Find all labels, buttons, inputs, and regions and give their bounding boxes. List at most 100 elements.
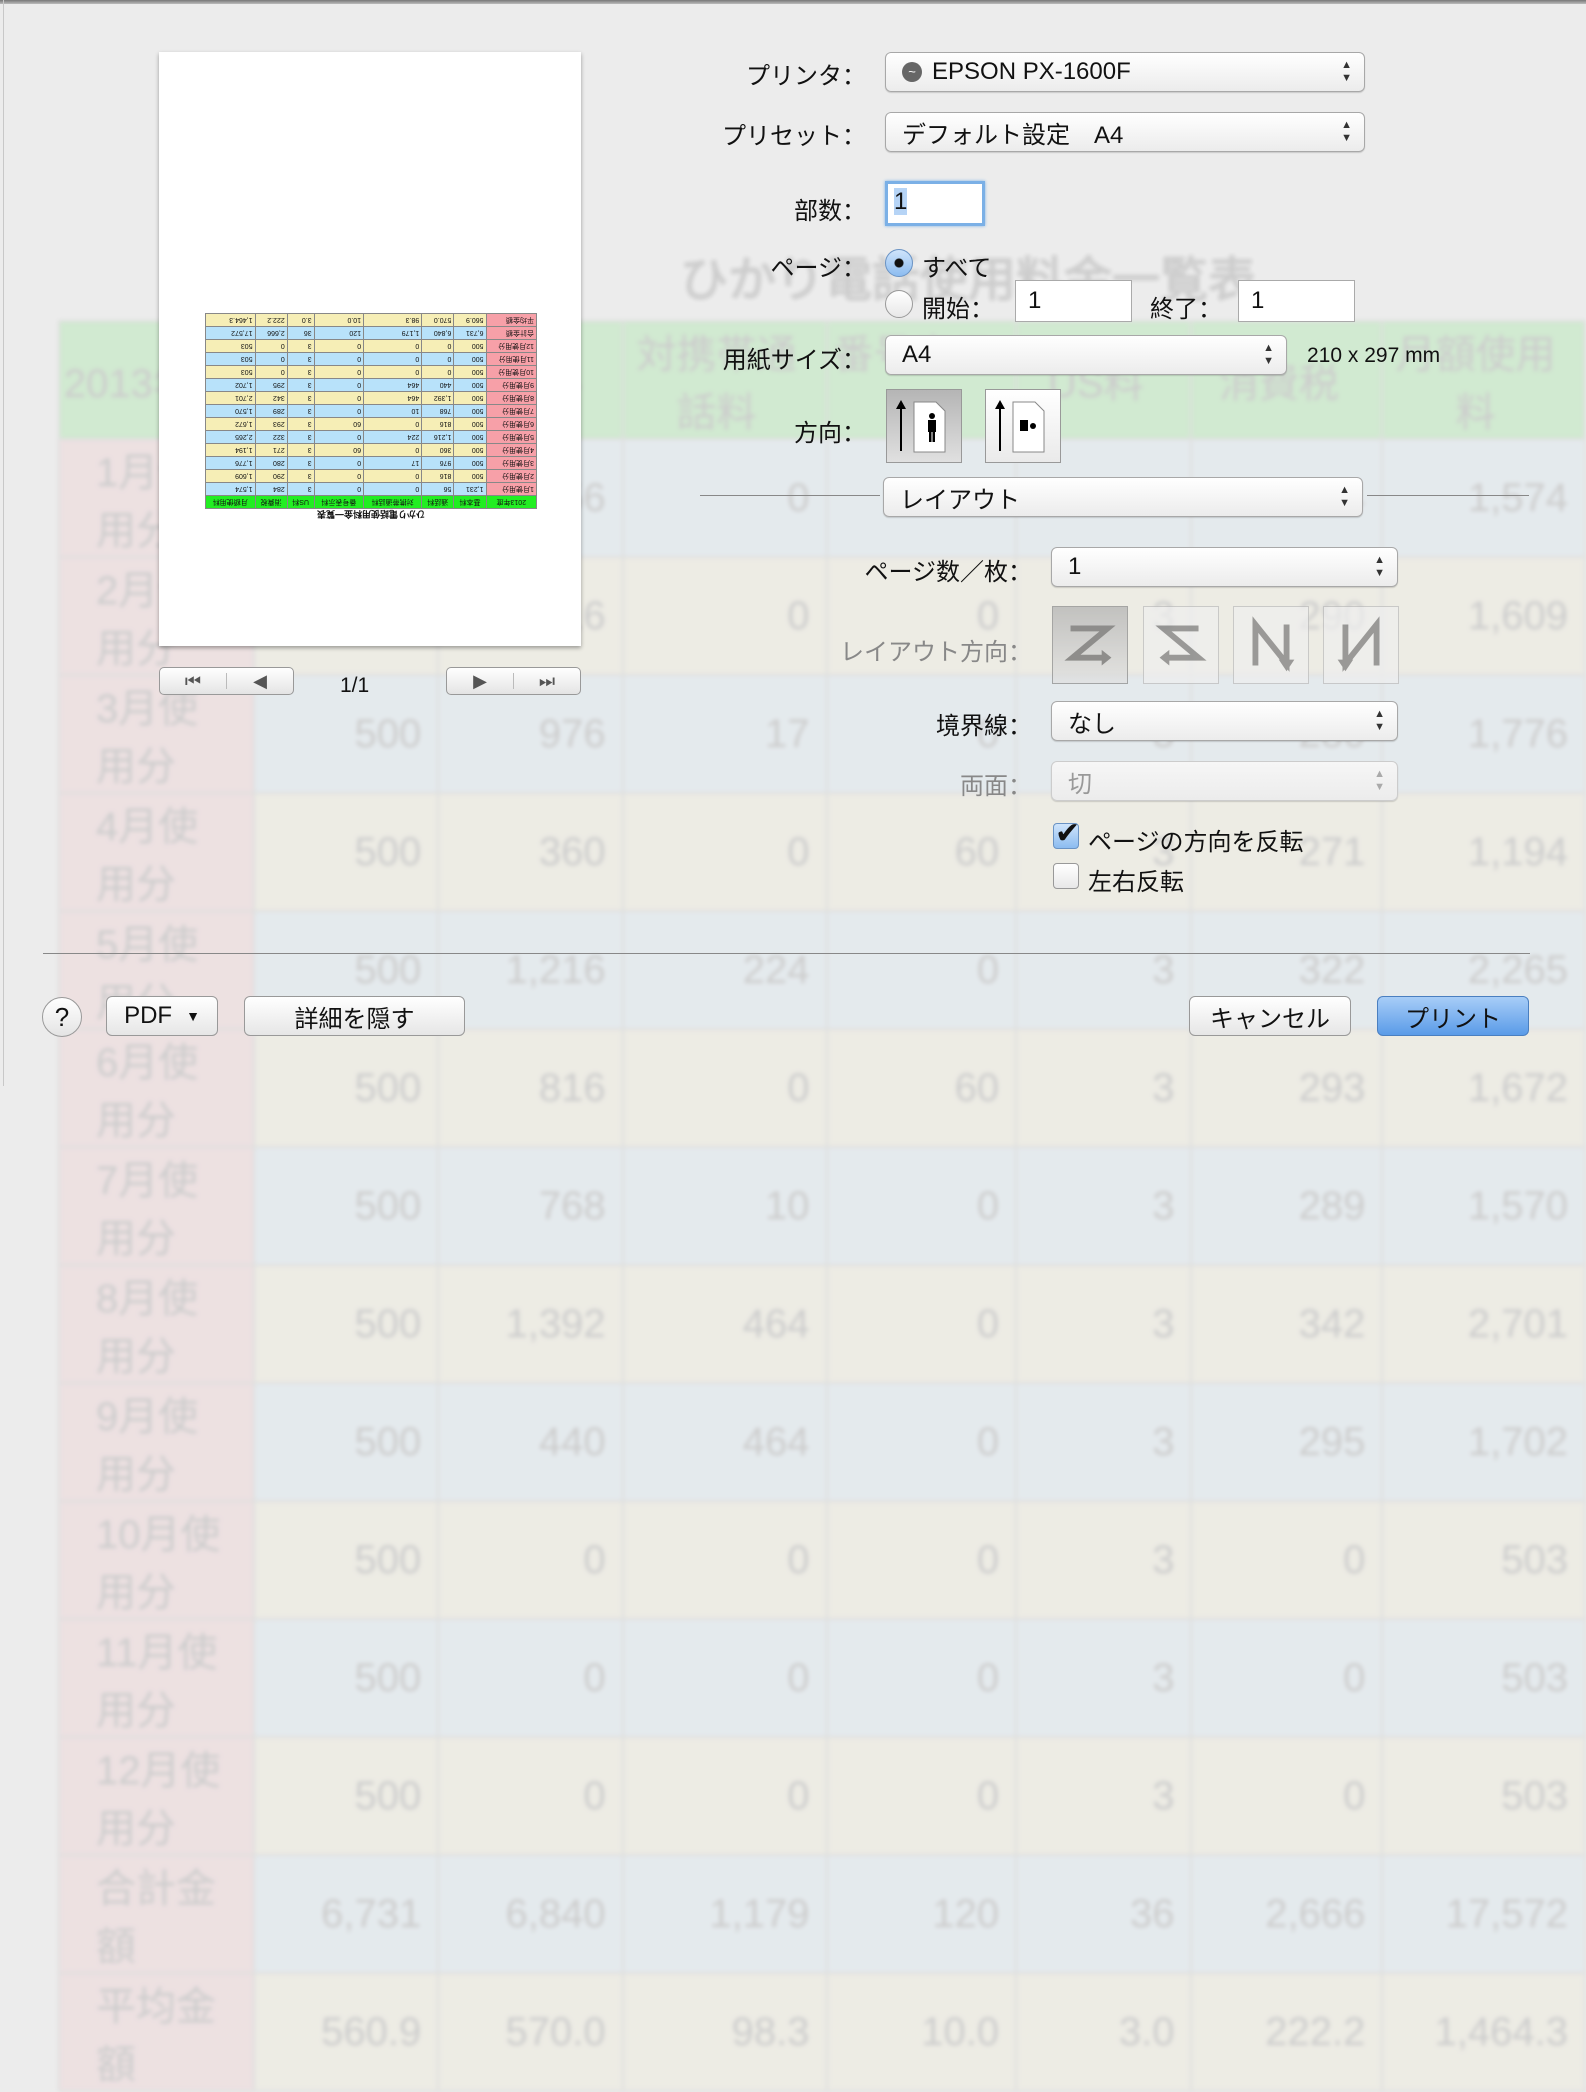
table-cell: 500 bbox=[453, 443, 487, 457]
layout-z-button[interactable] bbox=[1052, 606, 1128, 684]
next-page-button[interactable]: ▶ bbox=[447, 671, 513, 692]
table-cell: 98.3 bbox=[363, 313, 422, 327]
table-cell: 3 bbox=[287, 469, 315, 483]
preset-select[interactable]: デフォルト設定 A4 ▲ ▼ bbox=[885, 112, 1365, 152]
table-row: 11月使用分 500 0 0 0 3 0 503 bbox=[205, 352, 537, 366]
n-order-icon bbox=[1252, 616, 1295, 672]
table-cell: 1,574 bbox=[1381, 438, 1586, 558]
column-header: 月額使用料 bbox=[1381, 320, 1586, 440]
layout-s-button[interactable] bbox=[1143, 606, 1219, 684]
help-button[interactable]: ? bbox=[42, 997, 82, 1037]
table-cell: 0 bbox=[421, 365, 454, 379]
reverse-n-order-icon bbox=[1337, 616, 1380, 672]
table-cell: 500 bbox=[252, 1500, 440, 1620]
table-cell: 342 bbox=[255, 391, 288, 405]
table-cell: 0 bbox=[825, 910, 1018, 1030]
table-cell: 0 bbox=[825, 1736, 1018, 1856]
table-cell: 11月使用分 bbox=[58, 1618, 255, 1738]
pages-to-input[interactable]: 1 bbox=[1238, 280, 1355, 322]
portrait-button[interactable] bbox=[886, 389, 962, 463]
table-cell: 500 bbox=[453, 417, 487, 431]
table-cell: 0 bbox=[314, 430, 364, 444]
table-cell: 500 bbox=[252, 1264, 440, 1384]
table-cell: 500 bbox=[252, 1146, 440, 1266]
settings-pane-select[interactable]: レイアウト ▲ ▼ bbox=[883, 477, 1363, 517]
cancel-button[interactable]: キャンセル bbox=[1189, 996, 1351, 1036]
landscape-button[interactable] bbox=[985, 389, 1061, 463]
hide-details-button[interactable]: 詳細を隠す bbox=[244, 996, 465, 1036]
table-row: 10月使用分 500 0 0 0 3 0 503 bbox=[58, 1500, 1586, 1620]
table-cell: 503 bbox=[205, 365, 256, 379]
flip-horizontal-checkbox[interactable] bbox=[1053, 863, 1079, 889]
table-cell: 464 bbox=[621, 1264, 828, 1384]
duplex-value: 切 bbox=[1068, 770, 1092, 798]
table-cell: 1,609 bbox=[205, 469, 256, 483]
table-cell: 570.0 bbox=[421, 313, 454, 327]
last-page-button[interactable]: ⏭ bbox=[514, 671, 580, 692]
first-page-button[interactable]: ⏮ bbox=[160, 671, 226, 692]
table-cell: 1,392 bbox=[437, 1264, 624, 1384]
table-row: 6月使用分 500 816 0 60 3 293 1,672 bbox=[205, 417, 537, 431]
copies-value: 1 bbox=[894, 188, 908, 215]
table-cell: 560.9 bbox=[252, 1972, 440, 2092]
paper-size-label: 用紙サイズ： bbox=[722, 347, 866, 374]
table-row: 平均金額 560.9 570.0 98.3 10.0 3.0 222.2 1,464.3 bbox=[58, 1972, 1586, 2092]
table-cell: 0 bbox=[255, 365, 288, 379]
table-row: 8月使用分 500 1,392 464 0 3 342 2,701 bbox=[58, 1264, 1586, 1384]
table-cell: 0 bbox=[825, 1264, 1018, 1384]
layout-n-button[interactable] bbox=[1233, 606, 1309, 684]
table-cell: 60 bbox=[825, 792, 1018, 912]
table-cell: 6,840 bbox=[421, 326, 454, 340]
table-cell: 60 bbox=[314, 443, 364, 457]
pdf-menu-button[interactable]: PDF ▼ bbox=[106, 996, 218, 1036]
table-cell: 503 bbox=[205, 339, 256, 353]
table-cell: 0 bbox=[255, 352, 288, 366]
pages-from-input[interactable]: 1 bbox=[1015, 280, 1132, 322]
table-cell: 6月使用分 bbox=[486, 417, 537, 431]
table-row: 合計金額 6,731 6,840 1,179 120 36 2,666 17,572 bbox=[205, 326, 537, 340]
border-label: 境界線： bbox=[936, 713, 1032, 740]
pages-range-radio[interactable] bbox=[885, 290, 913, 318]
table-row: 11月使用分 500 0 0 0 3 0 503 bbox=[58, 1618, 1586, 1738]
table-cell: 3 bbox=[287, 417, 315, 431]
copies-input[interactable]: 1 bbox=[885, 181, 985, 226]
table-cell: 56 bbox=[421, 482, 454, 496]
preview-title: ひかり電話使用料金一覧表 bbox=[317, 509, 426, 519]
table-cell: 1,231 bbox=[453, 482, 487, 496]
table-cell: 0 bbox=[314, 404, 364, 418]
print-preview-page: ひかり電話使用料金一覧表 2013年度 基本料 通話料 対携帯通話料 番号表示料 US料消… bbox=[159, 52, 581, 646]
table-row: 合計金額 6,731 6,840 1,179 120 36 2,666 17,572 bbox=[58, 1854, 1586, 1974]
table-cell: 合計金額 bbox=[58, 1854, 255, 1974]
table-cell: 10.0 bbox=[314, 313, 364, 327]
table-cell: 10月使用分 bbox=[486, 365, 537, 379]
table-row: 3月使用分50097617032801,776 bbox=[205, 456, 537, 470]
table-cell: 1,194 bbox=[205, 443, 256, 457]
table-cell: 360 bbox=[421, 443, 454, 457]
table-cell: 3.0 bbox=[1015, 1972, 1193, 2092]
table-cell: 3 bbox=[287, 365, 315, 379]
border-select[interactable]: なし ▲ ▼ bbox=[1051, 701, 1398, 741]
pages-all-radio[interactable] bbox=[885, 249, 913, 277]
table-cell: 0 bbox=[314, 378, 364, 392]
printer-select[interactable]: ~ EPSON PX-1600F ▲ ▼ bbox=[885, 52, 1365, 92]
table-cell: 0 bbox=[437, 1736, 624, 1856]
table-cell: 0 bbox=[314, 339, 364, 353]
table-cell: 0 bbox=[314, 456, 364, 470]
table-cell: 500 bbox=[252, 1382, 440, 1502]
print-button[interactable]: プリント bbox=[1377, 996, 1529, 1036]
portrait-icon bbox=[896, 400, 946, 453]
reverse-orientation-checkbox[interactable] bbox=[1053, 816, 1080, 851]
table-cell: 0 bbox=[363, 352, 422, 366]
table-row: 4月使用分 500 360 0 60 3 271 1,194 bbox=[205, 443, 537, 457]
pdf-label: PDF bbox=[124, 1002, 173, 1029]
prev-page-button[interactable]: ◀ bbox=[227, 671, 293, 692]
column-header: US料 bbox=[287, 495, 315, 509]
table-cell: 2,666 bbox=[1190, 1854, 1384, 1974]
paper-size-select[interactable]: A4 ▲ ▼ bbox=[885, 335, 1287, 375]
table-cell: 503 bbox=[1381, 1736, 1586, 1856]
table-cell: 1,216 bbox=[437, 910, 624, 1030]
pages-per-sheet-select[interactable]: 1 ▲ ▼ bbox=[1051, 547, 1398, 587]
layout-reverse-n-button[interactable] bbox=[1323, 606, 1399, 684]
duplex-select[interactable]: 切 ▲ ▼ bbox=[1051, 761, 1398, 801]
table-cell: 9月使用分 bbox=[486, 378, 537, 392]
